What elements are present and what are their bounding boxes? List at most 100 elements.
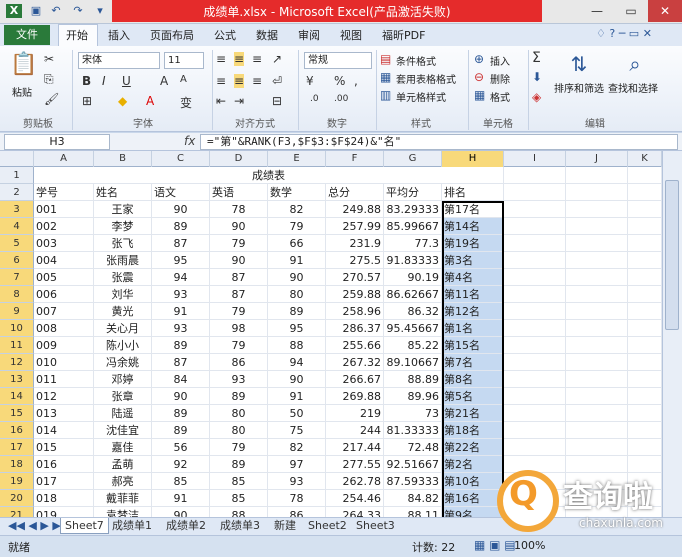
data-cell[interactable]: 258.96 — [326, 303, 384, 320]
data-cell[interactable]: 005 — [34, 269, 94, 286]
empty-cell[interactable] — [628, 201, 662, 218]
comma-icon[interactable]: , — [354, 74, 358, 88]
data-cell[interactable]: 006 — [34, 286, 94, 303]
empty-cell[interactable] — [504, 269, 566, 286]
data-cell[interactable]: 79 — [210, 337, 268, 354]
tab-review[interactable]: 审阅 — [298, 27, 320, 43]
redo-icon[interactable]: ↷ — [70, 4, 86, 18]
sheet-tab[interactable]: 成绩单1 — [108, 518, 156, 534]
column-header-h[interactable]: H — [442, 151, 504, 167]
empty-cell[interactable] — [628, 337, 662, 354]
sheet-tab[interactable]: 成绩单2 — [162, 518, 210, 534]
header-cell[interactable]: 英语 — [210, 184, 268, 201]
orientation-icon[interactable]: ↗ — [272, 52, 282, 66]
italic-icon[interactable]: I — [102, 74, 106, 88]
format-cells-icon[interactable]: ▦ — [474, 88, 485, 102]
data-cell[interactable]: 009 — [34, 337, 94, 354]
data-cell[interactable]: 黄光 — [94, 303, 152, 320]
row-header[interactable]: 4 — [0, 218, 34, 235]
row-header[interactable]: 14 — [0, 388, 34, 405]
format-painter-icon[interactable]: 🖌 — [44, 92, 59, 106]
row-header[interactable]: 5 — [0, 235, 34, 252]
empty-cell[interactable] — [504, 235, 566, 252]
empty-cell[interactable] — [504, 218, 566, 235]
data-cell[interactable]: 262.78 — [326, 473, 384, 490]
row-header[interactable]: 1 — [0, 167, 34, 184]
data-cell[interactable]: 戴菲菲 — [94, 490, 152, 507]
data-cell[interactable]: 第15名 — [442, 337, 504, 354]
paste-button[interactable]: 粘贴 — [12, 84, 32, 99]
row-header[interactable]: 12 — [0, 354, 34, 371]
data-cell[interactable]: 79 — [268, 218, 326, 235]
data-cell[interactable]: 88.89 — [384, 371, 442, 388]
row-header[interactable]: 6 — [0, 252, 34, 269]
formula-input[interactable]: ="第"&RANK(F3,$F$3:$F$24)&"名" — [200, 134, 678, 150]
worksheet-grid[interactable]: ABCDEFGHIJK 1 2 3 4 5 6 7 8 9 10 11 12 13 14 15 16 17 18 1… — [0, 151, 662, 517]
align-top-icon[interactable]: ≡ — [216, 52, 226, 66]
data-cell[interactable]: 90 — [152, 201, 210, 218]
data-cell[interactable]: 第8名 — [442, 371, 504, 388]
sort-filter-icon[interactable]: ⇅ — [566, 52, 592, 76]
data-cell[interactable]: 89.10667 — [384, 354, 442, 371]
data-cell[interactable]: 008 — [34, 320, 94, 337]
empty-cell[interactable] — [628, 184, 662, 201]
data-cell[interactable]: 第1名 — [442, 320, 504, 337]
data-cell[interactable]: 90 — [152, 507, 210, 517]
empty-cell[interactable] — [628, 167, 662, 184]
column-header-f[interactable]: F — [326, 151, 384, 167]
data-cell[interactable]: 88.11 — [384, 507, 442, 517]
find-select-icon[interactable]: ⌕ — [622, 52, 648, 76]
table-format-icon[interactable]: ▦ — [380, 70, 391, 84]
header-cell[interactable]: 学号 — [34, 184, 94, 201]
empty-cell[interactable] — [504, 354, 566, 371]
row-header[interactable]: 2 — [0, 184, 34, 201]
align-middle-icon[interactable]: ≡ — [234, 52, 245, 66]
cell-style-button[interactable]: 单元格样式 — [396, 89, 446, 104]
row-header[interactable]: 20 — [0, 490, 34, 507]
sort-filter-button[interactable]: 排序和筛选 — [554, 80, 604, 95]
empty-cell[interactable] — [628, 439, 662, 456]
data-cell[interactable]: 孟萌 — [94, 456, 152, 473]
data-cell[interactable]: 90 — [268, 371, 326, 388]
copy-icon[interactable]: ⎘ — [44, 72, 54, 87]
empty-cell[interactable] — [628, 235, 662, 252]
empty-cell[interactable] — [504, 252, 566, 269]
header-cell[interactable]: 数学 — [268, 184, 326, 201]
data-cell[interactable]: 冯余姚 — [94, 354, 152, 371]
decrease-indent-icon[interactable]: ⇤ — [216, 94, 226, 108]
empty-cell[interactable] — [504, 422, 566, 439]
data-cell[interactable]: 86.32 — [384, 303, 442, 320]
data-cell[interactable]: 010 — [34, 354, 94, 371]
tab-view[interactable]: 视图 — [340, 27, 362, 43]
column-header-c[interactable]: C — [152, 151, 210, 167]
data-cell[interactable]: 第12名 — [442, 303, 504, 320]
data-cell[interactable]: 86 — [268, 507, 326, 517]
save-icon[interactable]: ▣ — [28, 4, 44, 18]
name-box[interactable]: H3 — [4, 134, 110, 150]
sheet-tab[interactable]: Sheet7 — [60, 518, 109, 534]
data-cell[interactable]: 第19名 — [442, 235, 504, 252]
help-icon[interactable]: ♢ ? ─ ▭ ✕ — [596, 27, 652, 40]
empty-cell[interactable] — [566, 269, 628, 286]
data-cell[interactable]: 80 — [268, 286, 326, 303]
data-cell[interactable]: 85.99667 — [384, 218, 442, 235]
data-cell[interactable]: 沈佳宜 — [94, 422, 152, 439]
empty-cell[interactable] — [504, 320, 566, 337]
header-cell[interactable]: 平均分 — [384, 184, 442, 201]
empty-cell[interactable] — [566, 371, 628, 388]
empty-cell[interactable] — [566, 439, 628, 456]
data-cell[interactable]: 79 — [210, 439, 268, 456]
data-cell[interactable]: 87 — [210, 286, 268, 303]
data-cell[interactable]: 88 — [268, 337, 326, 354]
tab-home[interactable]: 开始 — [66, 27, 88, 43]
data-cell[interactable]: 012 — [34, 388, 94, 405]
header-cell[interactable]: 总分 — [326, 184, 384, 201]
empty-cell[interactable] — [566, 218, 628, 235]
data-cell[interactable]: 91 — [152, 490, 210, 507]
data-cell[interactable]: 第9名 — [442, 507, 504, 517]
column-header-k[interactable]: K — [628, 151, 662, 167]
data-cell[interactable]: 王家 — [94, 201, 152, 218]
data-cell[interactable]: 267.32 — [326, 354, 384, 371]
row-header[interactable]: 7 — [0, 269, 34, 286]
data-cell[interactable]: 014 — [34, 422, 94, 439]
